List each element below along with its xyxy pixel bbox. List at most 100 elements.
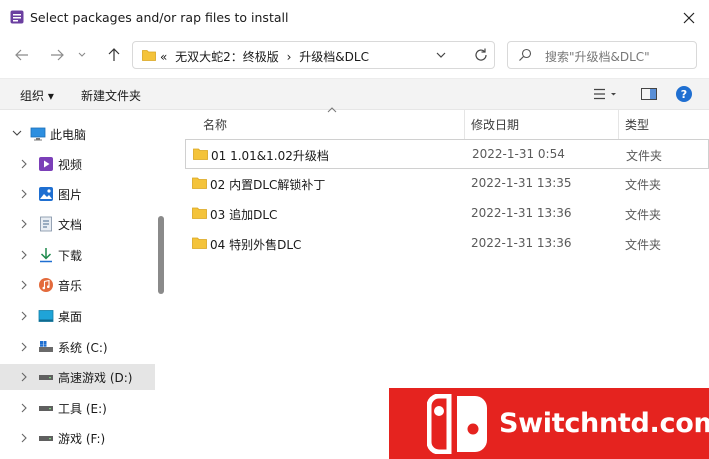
pictures-icon — [39, 187, 53, 201]
file-type: 文件夹 — [626, 149, 663, 163]
column-header-type[interactable]: 类型 — [625, 116, 649, 133]
file-type: 文件夹 — [625, 208, 662, 222]
up-arrow-icon — [108, 48, 120, 61]
column-header-name[interactable]: 名称 — [203, 116, 227, 133]
svg-text:?: ? — [681, 88, 687, 101]
chevron-right-icon[interactable] — [20, 250, 28, 260]
navigation-pane: 此电脑 视频 图片 文档 下载 音乐 桌面 系统 (C:) 高速游戏 (D:) … — [0, 110, 160, 459]
download-icon — [40, 248, 52, 263]
folder-icon — [192, 207, 207, 219]
nav-item-label: 系统 (C:) — [58, 341, 108, 355]
nav-item-label: 视频 — [58, 158, 83, 172]
chevron-right-icon[interactable] — [20, 219, 28, 229]
organize-button[interactable]: 组织 ▾ — [20, 87, 54, 104]
nav-item-label: 音乐 — [58, 279, 83, 293]
file-type: 文件夹 — [625, 238, 662, 252]
file-date: 2022-1-31 0:54 — [472, 147, 565, 161]
file-date: 2022-1-31 13:36 — [471, 206, 572, 220]
chevron-down-icon — [78, 52, 86, 57]
drive-icon — [39, 436, 53, 441]
column-divider[interactable] — [618, 110, 619, 140]
forward-arrow-icon — [51, 49, 64, 61]
watermark-text: Switchntd.com — [499, 408, 709, 439]
file-date: 2022-1-31 13:36 — [471, 236, 572, 250]
breadcrumb-separator[interactable]: › — [287, 50, 292, 64]
nav-item-videos[interactable]: 视频 — [0, 151, 155, 177]
nav-item-label: 文档 — [58, 218, 83, 232]
nav-item-pictures[interactable]: 图片 — [0, 181, 155, 207]
nav-item-desktop[interactable]: 桌面 — [0, 303, 155, 329]
breadcrumb: « 无双大蛇2：终极版 › 升级档&DLC — [160, 48, 373, 65]
chevron-right-icon[interactable] — [20, 433, 28, 443]
file-row[interactable]: 02 内置DLC解锁补丁 2022-1-31 13:35 文件夹 — [185, 169, 709, 199]
watermark-banner: Switchntd.com — [389, 388, 709, 459]
desktop-icon — [38, 310, 54, 322]
preview-pane-icon[interactable] — [641, 88, 657, 100]
back-button[interactable] — [11, 44, 33, 66]
file-type: 文件夹 — [625, 178, 662, 192]
column-divider[interactable] — [464, 110, 465, 140]
search-box[interactable]: 搜索"升级档&DLC" — [507, 41, 697, 69]
new-folder-button[interactable]: 新建文件夹 — [81, 87, 141, 104]
file-name: 02 内置DLC解锁补丁 — [210, 178, 326, 192]
nav-item-this-pc[interactable]: 此电脑 — [0, 121, 155, 147]
nav-item-drive-e[interactable]: 工具 (E:) — [0, 395, 155, 421]
breadcrumb-item[interactable]: 升级档&DLC — [299, 50, 369, 64]
folder-icon — [193, 148, 208, 160]
up-button[interactable] — [103, 44, 125, 66]
forward-button[interactable] — [46, 44, 68, 66]
nav-item-label: 桌面 — [58, 310, 83, 324]
nav-item-documents[interactable]: 文档 — [0, 211, 155, 237]
breadcrumb-item[interactable]: 无双大蛇2：终极版 — [175, 50, 279, 64]
nav-item-drive-f[interactable]: 游戏 (F:) — [0, 425, 155, 451]
switch-logo-icon — [427, 394, 487, 454]
column-header-date[interactable]: 修改日期 — [471, 116, 519, 133]
folder-icon — [192, 177, 207, 189]
nav-item-drive-c[interactable]: 系统 (C:) — [0, 334, 155, 360]
drive-icon — [39, 406, 53, 411]
help-icon[interactable]: ? — [675, 85, 693, 103]
back-arrow-icon — [15, 49, 28, 61]
documents-icon — [40, 216, 52, 232]
chevron-right-icon[interactable] — [20, 342, 28, 352]
nav-item-label: 下载 — [58, 249, 83, 263]
file-name: 03 追加DLC — [210, 208, 278, 222]
chevron-right-icon[interactable] — [20, 189, 28, 199]
address-bar[interactable]: « 无双大蛇2：终极版 › 升级档&DLC — [132, 41, 495, 69]
app-icon — [10, 10, 24, 24]
drive-icon — [39, 375, 53, 380]
command-bar: 组织 ▾ 新建文件夹 ? — [0, 78, 709, 110]
file-row[interactable]: 01 1.01&1.02升级档 2022-1-31 0:54 文件夹 — [185, 139, 709, 169]
view-options-icon[interactable] — [593, 88, 617, 100]
nav-item-label: 图片 — [58, 188, 83, 202]
chevron-right-icon[interactable] — [20, 280, 28, 290]
refresh-icon[interactable] — [473, 47, 489, 63]
nav-item-drive-d[interactable]: 高速游戏 (D:) — [0, 364, 155, 390]
chevron-right-icon[interactable] — [20, 311, 28, 321]
chevron-down-icon[interactable] — [435, 48, 447, 62]
chevron-right-icon[interactable] — [20, 403, 28, 413]
chevron-right-icon[interactable] — [20, 159, 28, 169]
computer-icon — [30, 127, 46, 141]
file-row[interactable]: 04 特别外售DLC 2022-1-31 13:36 文件夹 — [185, 229, 709, 259]
search-placeholder: 搜索"升级档&DLC" — [545, 50, 650, 64]
nav-item-music[interactable]: 音乐 — [0, 272, 155, 298]
nav-item-label: 高速游戏 (D:) — [58, 371, 133, 385]
nav-item-label: 游戏 (F:) — [58, 432, 106, 446]
recent-locations-button[interactable] — [74, 44, 90, 66]
chevron-right-icon[interactable] — [20, 372, 28, 382]
video-icon — [39, 157, 53, 171]
nav-item-downloads[interactable]: 下载 — [0, 242, 155, 268]
chevron-down-icon[interactable] — [12, 129, 22, 137]
music-icon — [39, 278, 53, 292]
file-name: 01 1.01&1.02升级档 — [211, 149, 329, 163]
file-row[interactable]: 03 追加DLC 2022-1-31 13:36 文件夹 — [185, 199, 709, 229]
nav-item-label: 此电脑 — [50, 128, 87, 142]
folder-icon — [192, 237, 207, 249]
window-title: Select packages and/or rap files to inst… — [30, 10, 289, 25]
system-drive-icon — [39, 341, 53, 352]
file-date: 2022-1-31 13:35 — [471, 176, 572, 190]
close-button[interactable] — [672, 6, 706, 30]
breadcrumb-overflow[interactable]: « — [160, 50, 167, 64]
navigation-pane-scrollbar[interactable] — [158, 216, 164, 294]
